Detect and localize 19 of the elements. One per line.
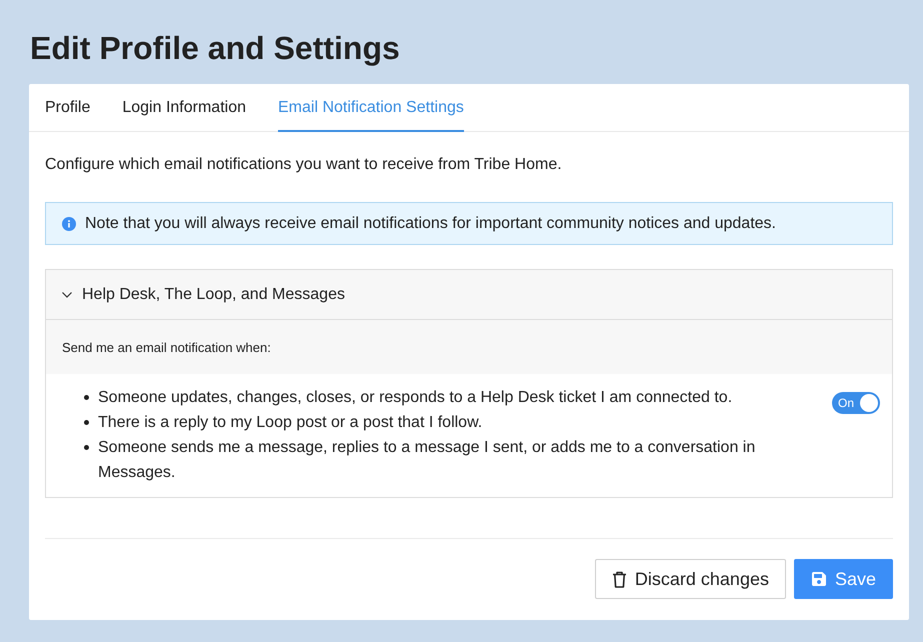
chevron-icon [62, 292, 72, 298]
list-item-text: Someone updates, changes, closes, or responds to a Help Desk ticket I am connected to. [98, 388, 732, 408]
trash-icon [612, 570, 627, 588]
page-title: Edit Profile and Settings [30, 29, 401, 68]
discard-button[interactable]: Discard changes [594, 559, 786, 599]
bullet-icon [84, 395, 89, 400]
list-item-text: There is a reply to my Loop post or a post that I follow. [98, 413, 482, 433]
info-text: Note that you will always receive email notifications for important community notices and updates. [85, 214, 776, 232]
switch-knob-icon [860, 394, 878, 412]
tab[interactable]: Login Information [122, 84, 246, 132]
description-text: Configure which email notifications you want to receive from Tribe Home. [45, 155, 563, 175]
prompt-text: Send me an email notification when: [62, 340, 271, 354]
bullet-icon [84, 420, 89, 425]
accordion-header[interactable]: Help Desk, The Loop, and Messages [46, 270, 892, 320]
info-icon [62, 216, 76, 230]
save-icon [810, 571, 827, 587]
list-item-text: Someone sends me a message, replies to a message I sent, or adds me to a conversation in Messages. [98, 438, 756, 483]
bullet-icon [84, 445, 89, 450]
tab[interactable]: Profile [45, 84, 90, 132]
